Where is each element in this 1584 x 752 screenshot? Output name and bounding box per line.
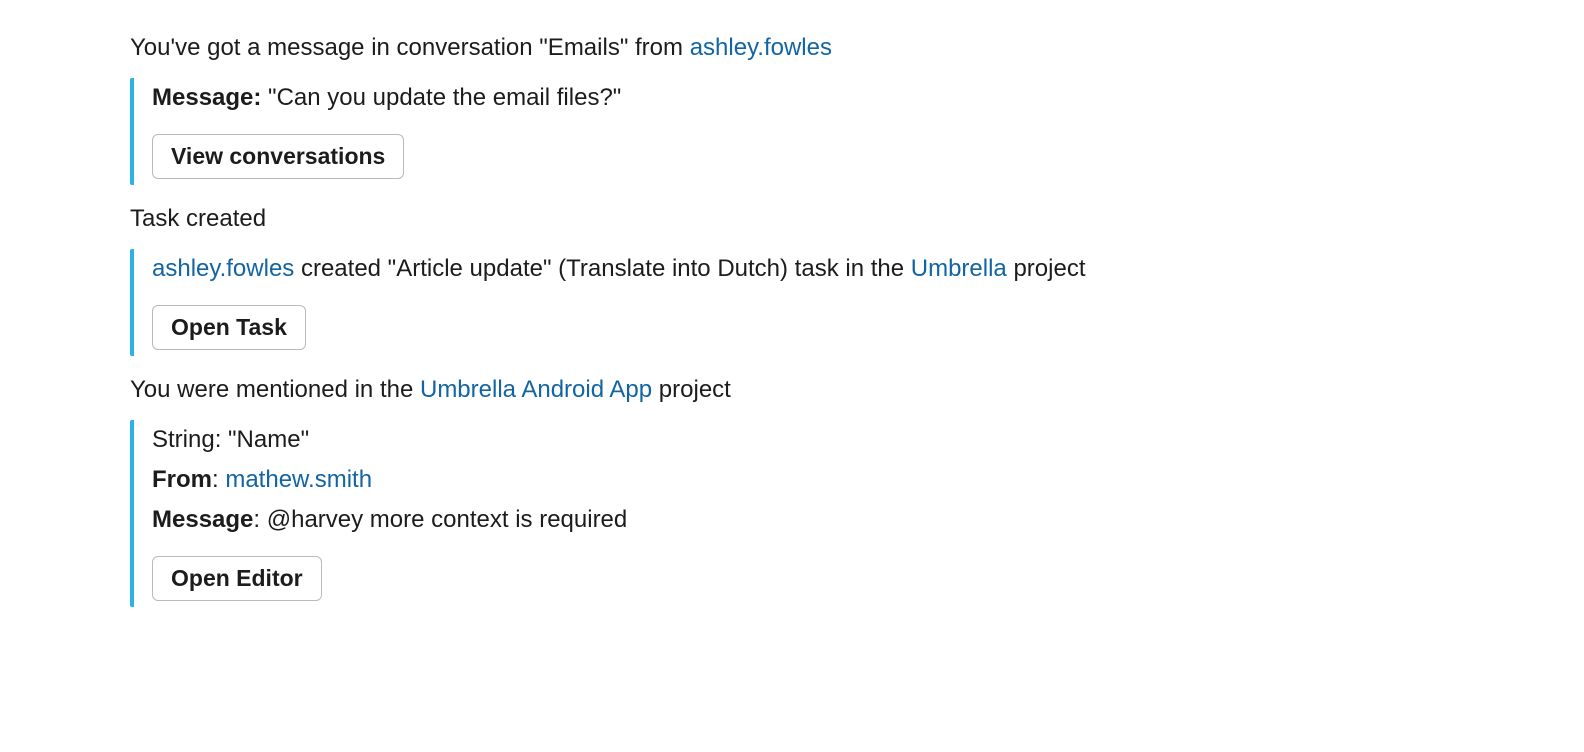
from-line: From: mathew.smith — [152, 462, 1454, 498]
attachment-block: ashley.fowles created "Article update" (… — [130, 249, 1454, 356]
user-link[interactable]: ashley.fowles — [152, 255, 294, 282]
message-line: Message: @harvey more context is require… — [152, 502, 1454, 538]
message-label: Message — [152, 506, 253, 533]
attachment-block: Message: "Can you update the email files… — [130, 78, 1454, 185]
message-label: Message: — [152, 84, 261, 111]
notification-message: You've got a message in conversation "Em… — [130, 30, 1454, 185]
header-suffix: project — [652, 376, 731, 403]
notification-mention: You were mentioned in the Umbrella Andro… — [130, 372, 1454, 607]
user-link[interactable]: ashley.fowles — [690, 34, 832, 61]
open-editor-button[interactable]: Open Editor — [152, 556, 322, 601]
message-line: Message: "Can you update the email files… — [152, 80, 1454, 116]
header-text: You've got a message in conversation "Em… — [130, 34, 690, 61]
notification-header: Task created — [130, 201, 1454, 237]
task-suffix: project — [1007, 255, 1086, 282]
notification-task-created: Task created ashley.fowles created "Arti… — [130, 201, 1454, 356]
notification-header: You've got a message in conversation "Em… — [130, 30, 1454, 66]
open-task-button[interactable]: Open Task — [152, 305, 306, 350]
project-link[interactable]: Umbrella — [911, 255, 1007, 282]
header-prefix: You were mentioned in the — [130, 376, 420, 403]
string-line: String: "Name" — [152, 422, 1454, 458]
message-text: @harvey more context is required — [267, 506, 628, 533]
view-conversations-button[interactable]: View conversations — [152, 134, 404, 179]
notification-header: You were mentioned in the Umbrella Andro… — [130, 372, 1454, 408]
from-sep: : — [212, 466, 225, 493]
task-mid-text: created "Article update" (Translate into… — [294, 255, 910, 282]
user-link[interactable]: mathew.smith — [225, 466, 372, 493]
message-sep: : — [253, 506, 266, 533]
task-line: ashley.fowles created "Article update" (… — [152, 251, 1454, 287]
from-label: From — [152, 466, 212, 493]
message-text: "Can you update the email files?" — [261, 84, 621, 111]
string-value: "Name" — [228, 426, 309, 453]
string-label: String: — [152, 426, 228, 453]
project-link[interactable]: Umbrella Android App — [420, 376, 652, 403]
attachment-block: String: "Name" From: mathew.smith Messag… — [130, 420, 1454, 607]
